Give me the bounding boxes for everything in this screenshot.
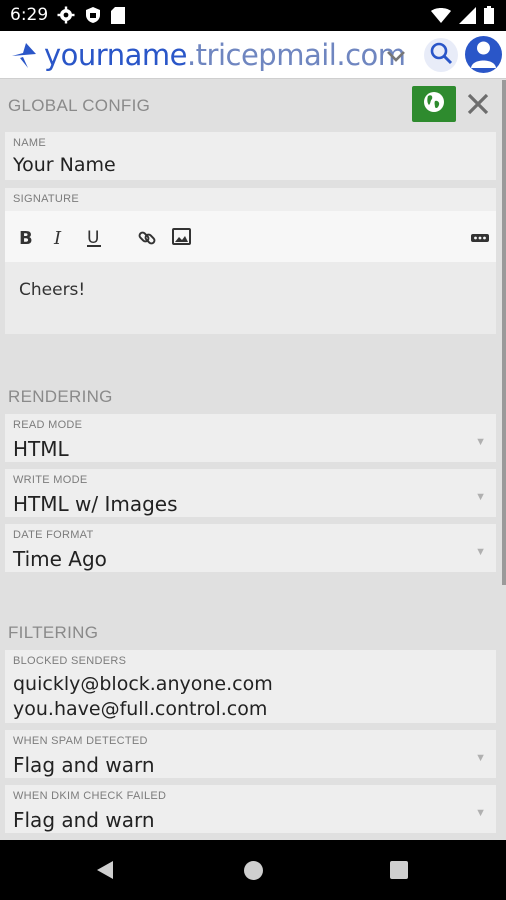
close-icon[interactable]	[466, 92, 490, 121]
blocked-senders-field[interactable]: BLOCKED SENDERS quickly@block.anyone.com…	[5, 650, 496, 723]
spam-action-select[interactable]: WHEN SPAM DETECTED Flag and warn ▼	[5, 730, 496, 778]
write-mode-value: HTML w/ Images	[13, 492, 178, 516]
shield-icon	[85, 6, 101, 29]
globe-button[interactable]	[412, 86, 456, 122]
date-format-label: DATE FORMAT	[13, 529, 94, 541]
more-icon[interactable]	[471, 230, 489, 248]
blocked-senders-label: BLOCKED SENDERS	[13, 655, 127, 667]
signature-label: SIGNATURE	[13, 193, 80, 205]
status-icons-left	[57, 6, 125, 29]
underline-icon[interactable]: U	[85, 228, 103, 253]
name-field[interactable]: NAME Your Name	[5, 132, 496, 180]
read-mode-select[interactable]: READ MODE HTML ▼	[5, 414, 496, 462]
status-time: 6:29	[10, 5, 49, 25]
avatar[interactable]	[465, 36, 502, 73]
section-title-global-config: GLOBAL CONFIG	[8, 96, 151, 115]
signature-text: Cheers!	[19, 280, 86, 300]
dropdown-arrow-icon: ▼	[475, 491, 486, 503]
dropdown-arrow-icon: ▼	[475, 807, 486, 819]
dkim-action-select[interactable]: WHEN DKIM CHECK FAILED Flag and warn ▼	[5, 785, 496, 833]
write-mode-select[interactable]: WRITE MODE HTML w/ Images ▼	[5, 469, 496, 517]
globe-icon	[422, 90, 446, 119]
dropdown-arrow-icon: ▼	[475, 752, 486, 764]
app-bar: yourname.tricepmail.com	[0, 31, 506, 79]
blocked-sender-item: you.have@full.control.com	[13, 698, 268, 720]
link-icon[interactable]	[137, 228, 157, 253]
date-format-value: Time Ago	[13, 547, 107, 571]
battery-icon	[484, 6, 494, 29]
svg-text:B: B	[19, 228, 33, 246]
dkim-action-label: WHEN DKIM CHECK FAILED	[13, 790, 167, 802]
status-icons-right	[431, 6, 494, 29]
dropdown-arrow-icon: ▼	[475, 436, 486, 448]
person-icon	[467, 36, 500, 73]
name-label: NAME	[13, 137, 46, 149]
spam-action-label: WHEN SPAM DETECTED	[13, 735, 148, 747]
svg-text:I: I	[53, 228, 62, 246]
dropdown-arrow-icon: ▼	[475, 546, 486, 558]
back-icon[interactable]	[95, 860, 115, 885]
system-nav-bar	[0, 840, 506, 900]
date-format-select[interactable]: DATE FORMAT Time Ago ▼	[5, 524, 496, 572]
section-title-rendering: RENDERING	[8, 387, 113, 406]
account-domain: .tricepmail.com	[186, 38, 406, 72]
chevron-down-icon[interactable]	[385, 45, 407, 72]
status-bar: 6:29	[0, 0, 506, 31]
signature-toolbar: B I U	[5, 211, 496, 262]
section-title-filtering: FILTERING	[8, 623, 99, 642]
search-button[interactable]	[424, 38, 458, 72]
signature-editor[interactable]: Cheers!	[5, 262, 496, 334]
account-user: yourname	[44, 38, 187, 72]
blocked-sender-item: quickly@block.anyone.com	[13, 673, 273, 695]
read-mode-label: READ MODE	[13, 419, 83, 431]
recents-icon[interactable]	[390, 861, 408, 879]
signal-icon	[459, 6, 476, 29]
gear-icon	[57, 6, 75, 29]
home-icon[interactable]	[244, 861, 263, 880]
signature-field: SIGNATURE B I U Cheers!	[5, 188, 496, 334]
write-mode-label: WRITE MODE	[13, 474, 88, 486]
settings-panel: GLOBAL CONFIG NAME Your Name SIGNATURE B…	[0, 80, 506, 840]
tricep-logo-icon	[10, 41, 38, 74]
bold-icon[interactable]: B	[18, 228, 34, 251]
scrollbar[interactable]	[502, 80, 506, 585]
sd-card-icon	[111, 6, 125, 29]
italic-icon[interactable]: I	[51, 228, 67, 251]
dkim-action-value: Flag and warn	[13, 808, 155, 832]
search-icon	[429, 41, 453, 70]
read-mode-value: HTML	[13, 437, 69, 461]
account-selector[interactable]: yourname.tricepmail.com	[44, 38, 406, 72]
spam-action-value: Flag and warn	[13, 753, 155, 777]
wifi-icon	[431, 7, 451, 29]
image-icon[interactable]	[172, 228, 191, 250]
name-value: Your Name	[13, 154, 116, 176]
